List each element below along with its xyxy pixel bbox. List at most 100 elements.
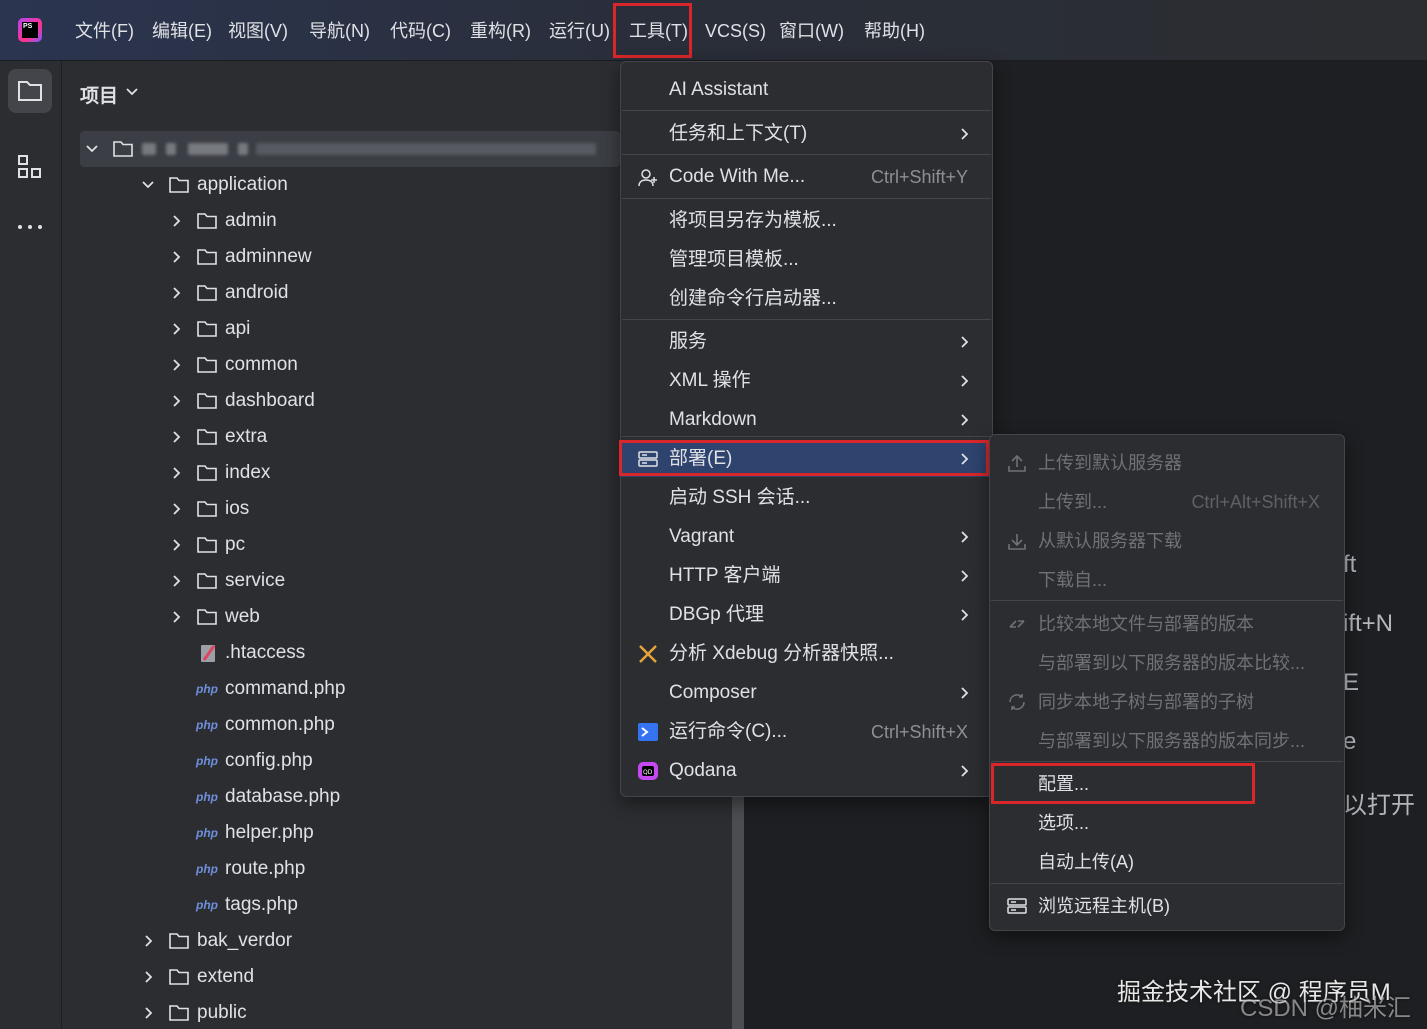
tree-row-folder[interactable]: ios (62, 491, 622, 527)
tree-row-folder[interactable]: web (62, 599, 622, 635)
tools-menu-item[interactable]: 将项目另存为模板... (621, 203, 992, 239)
tree-row-php[interactable]: php route.php (62, 851, 622, 887)
deployment-menu-item-label: 下载自... (1038, 570, 1108, 590)
more-tools-button[interactable] (8, 205, 52, 249)
chevron-down-icon[interactable] (126, 87, 138, 97)
tools-menu-item[interactable]: XML 操作 (621, 363, 992, 399)
terminal-icon (638, 723, 658, 741)
tree-row-php[interactable]: php tags.php (62, 887, 622, 923)
tree-row-folder[interactable]: service (62, 563, 622, 599)
project-panel-title[interactable]: 项目 (80, 81, 118, 108)
tree-row-folder[interactable]: pc (62, 527, 622, 563)
tools-menu-item[interactable]: Composer (621, 675, 992, 711)
tree-row-folder[interactable]: bak_verdor (62, 923, 622, 959)
tree-row-php[interactable]: php config.php (62, 743, 622, 779)
tree-row-htaccess[interactable]: .htaccess (62, 635, 622, 671)
tools-menu-item[interactable]: HTTP 客户端 (621, 558, 992, 594)
folder-icon (197, 213, 217, 229)
tree-row-folder[interactable]: extend (62, 959, 622, 995)
php-file-icon: php (196, 862, 218, 876)
tools-menu-item[interactable]: 运行命令(C)... Ctrl+Shift+X (621, 714, 992, 750)
tools-menu-item[interactable]: 创建命令行启动器... (621, 281, 992, 317)
tree-row-folder[interactable]: admin (62, 203, 622, 239)
tree-row-folder[interactable]: common (62, 347, 622, 383)
tools-menu-item-label: AI Assistant (669, 79, 769, 100)
tree-row-folder[interactable]: application (62, 167, 622, 203)
redacted-name (166, 143, 176, 155)
menu-window[interactable]: 窗口(W) (779, 18, 844, 44)
menu-code[interactable]: 代码(C) (390, 18, 451, 44)
deployment-menu-item[interactable]: 浏览远程主机(B) (990, 888, 1344, 924)
tree-row-folder[interactable]: dashboard (62, 383, 622, 419)
project-root-row[interactable] (80, 131, 620, 167)
php-file-icon: php (196, 682, 218, 696)
tools-menu-item[interactable]: DBGp 代理 (621, 597, 992, 633)
tree-item-label: web (225, 606, 260, 627)
menu-run[interactable]: 运行(U) (549, 18, 610, 44)
tools-menu-item[interactable]: QD Qodana (621, 753, 992, 789)
editor-hint-text: ft (1343, 551, 1357, 578)
tree-row-php[interactable]: php helper.php (62, 815, 622, 851)
tree-item-label: adminnew (225, 246, 312, 267)
project-tool-button[interactable] (8, 69, 52, 113)
tools-dropdown-menu: AI Assistant 任务和上下文(T) Code With Me... Ctrl… (620, 61, 993, 797)
tree-row-php[interactable]: php command.php (62, 671, 622, 707)
deployment-menu-item[interactable]: 自动上传(A) (990, 844, 1344, 880)
tools-menu-item[interactable]: AI Assistant (621, 72, 992, 108)
menu-refactor[interactable]: 重构(R) (470, 18, 531, 44)
menu-navigate[interactable]: 导航(N) (309, 18, 370, 44)
deployment-submenu: 上传到默认服务器 上传到... Ctrl+Alt+Shift+X 从默认服务器下载 下载… (989, 434, 1345, 931)
submenu-arrow-icon (961, 336, 969, 348)
tools-menu-item[interactable]: Vagrant (621, 519, 992, 555)
chevron-right-icon (173, 251, 181, 263)
tools-menu-item[interactable]: 启动 SSH 会话... (621, 480, 992, 516)
app-logo-icon[interactable]: PS (18, 18, 42, 42)
deployment-menu-item[interactable]: 选项... (990, 805, 1344, 841)
menu-view[interactable]: 视图(V) (228, 18, 288, 44)
tree-item-label: extend (197, 966, 255, 987)
tree-row-php[interactable]: php database.php (62, 779, 622, 815)
tree-row-folder[interactable]: android (62, 275, 622, 311)
scrollbar[interactable] (732, 790, 744, 1029)
tools-menu-item[interactable]: 分析 Xdebug 分析器快照... (621, 636, 992, 672)
submenu-arrow-icon (961, 375, 969, 387)
menu-vcs[interactable]: VCS(S) (705, 18, 766, 44)
tools-menu-item[interactable]: 管理项目模板... (621, 242, 992, 278)
menu-edit[interactable]: 编辑(E) (152, 18, 212, 44)
compare-icon (1009, 620, 1025, 628)
menu-help[interactable]: 帮助(H) (864, 18, 925, 44)
htaccess-file-icon (201, 645, 216, 662)
tree-row-folder[interactable]: index (62, 455, 622, 491)
tools-menu-item-label: Qodana (669, 760, 737, 781)
tree-row-folder[interactable]: extra (62, 419, 622, 455)
tools-menu-item-label: Vagrant (669, 526, 735, 547)
deployment-menu-item-label: 浏览远程主机(B) (1038, 896, 1170, 916)
server-icon (638, 451, 658, 467)
tree-item-label: bak_verdor (197, 930, 293, 951)
menu-file[interactable]: 文件(F) (75, 18, 134, 44)
folder-icon (197, 321, 217, 337)
tree-item-label: command.php (225, 678, 346, 699)
tree-row-folder[interactable]: api (62, 311, 622, 347)
chevron-right-icon (173, 611, 181, 623)
deployment-menu-item-label: 上传到... (1038, 492, 1108, 512)
tools-menu-item[interactable]: 任务和上下文(T) (621, 116, 992, 152)
menu-tools[interactable]: 工具(T) (629, 18, 688, 44)
deployment-menu-item[interactable]: 配置... (990, 766, 1344, 802)
submenu-arrow-icon (961, 128, 969, 140)
tree-row-folder[interactable]: adminnew (62, 239, 622, 275)
redacted-name (238, 143, 248, 155)
folder-icon (197, 501, 217, 517)
tree-row-php[interactable]: php common.php (62, 707, 622, 743)
structure-tool-button[interactable] (8, 145, 52, 189)
tools-menu-item[interactable]: Markdown (621, 402, 992, 438)
tools-menu-item[interactable]: 部署(E) (621, 441, 992, 477)
tree-item-label: service (225, 570, 286, 591)
folder-icon (197, 429, 217, 445)
submenu-arrow-icon (961, 531, 969, 543)
tools-menu-item[interactable]: 服务 (621, 324, 992, 360)
redacted-name (256, 143, 596, 155)
tools-menu-item[interactable]: Code With Me... Ctrl+Shift+Y (621, 159, 992, 195)
submenu-arrow-icon (961, 687, 969, 699)
tree-row-folder[interactable]: public (62, 995, 622, 1029)
